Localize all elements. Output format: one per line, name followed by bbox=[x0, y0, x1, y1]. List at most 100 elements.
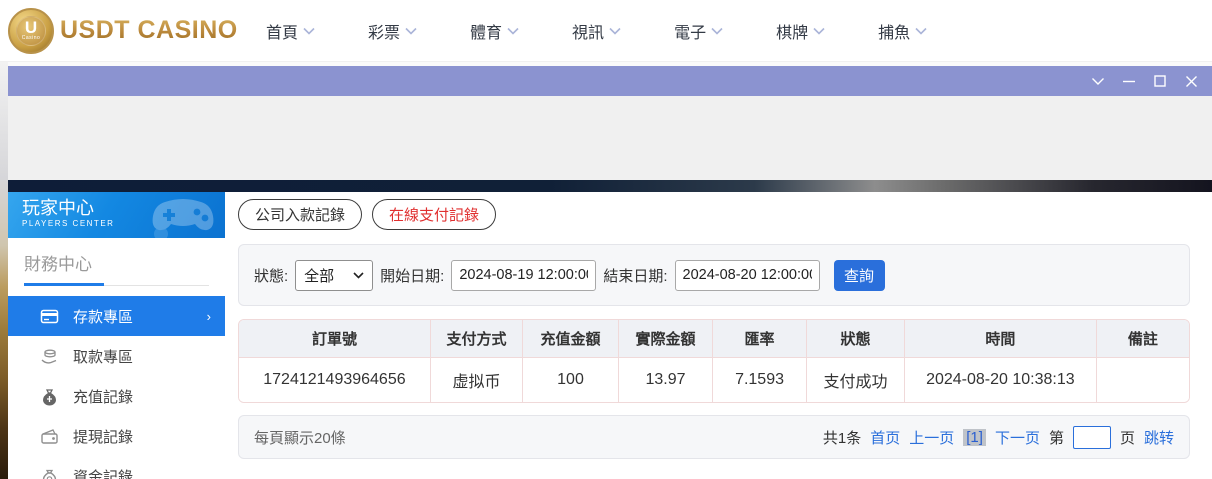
sidebar-section: 財務中心 bbox=[8, 238, 225, 286]
sidebar-item-deposit[interactable]: 存款專區 › bbox=[8, 296, 225, 336]
sidebar-item-withdrawal-records[interactable]: 提現記錄 bbox=[8, 416, 225, 456]
start-date-input[interactable] bbox=[451, 259, 597, 291]
nav-item-fishing[interactable]: 捕魚 bbox=[878, 19, 927, 43]
col-exchange-rate: 匯率 bbox=[713, 320, 808, 358]
top-navigation: U Casino USDT CASINO 首頁 彩票 體育 視訊 電子 棋牌 捕… bbox=[0, 0, 1212, 62]
chevron-down-icon bbox=[507, 27, 519, 35]
nav-label: 棋牌 bbox=[776, 24, 809, 42]
empty-banner-area bbox=[8, 96, 1212, 180]
collapse-chevron-icon[interactable] bbox=[1089, 72, 1107, 90]
filter-bar: 狀態: 全部 開始日期: 結束日期: 查詢 bbox=[238, 244, 1190, 306]
end-date-label: 結束日期: bbox=[603, 267, 668, 285]
card-icon bbox=[40, 307, 59, 326]
pagination-controls: 共1条 首页 上一页 [1] 下一页 第 页 跳转 bbox=[823, 425, 1174, 449]
sidebar-item-recharge-records[interactable]: 充值記錄 bbox=[8, 376, 225, 416]
chevron-down-icon bbox=[711, 27, 723, 35]
divider-band bbox=[8, 180, 1212, 192]
sidebar-header: 玩家中心 PLAYERS CENTER bbox=[8, 192, 225, 238]
select-chevron-icon bbox=[353, 271, 364, 279]
records-table: 訂單號 支付方式 充值金額 實際金額 匯率 狀態 時間 備註 172412149 bbox=[238, 319, 1190, 403]
chevron-down-icon bbox=[915, 27, 927, 35]
col-remark: 備註 bbox=[1096, 320, 1189, 358]
nav-item-live[interactable]: 視訊 bbox=[572, 19, 621, 43]
per-page-text: 每頁顯示20條 bbox=[254, 429, 346, 447]
nav-label: 體育 bbox=[470, 24, 503, 42]
hand-coins-icon bbox=[40, 347, 59, 366]
start-date-label: 開始日期: bbox=[380, 267, 445, 285]
screen: U Casino USDT CASINO 首頁 彩票 體育 視訊 電子 棋牌 捕… bbox=[0, 0, 1212, 479]
page-jump-input[interactable] bbox=[1072, 425, 1111, 449]
cell-order-no: 1724121493964656 bbox=[239, 358, 431, 402]
nav-item-slots[interactable]: 電子 bbox=[674, 19, 723, 43]
cell-payment-method: 虚拟币 bbox=[430, 358, 524, 402]
status-select[interactable]: 全部 bbox=[295, 259, 374, 291]
nav-label: 捕魚 bbox=[878, 24, 911, 42]
chevron-down-icon bbox=[303, 27, 315, 35]
nav-item-sports[interactable]: 體育 bbox=[470, 19, 519, 43]
background-strip bbox=[0, 62, 8, 479]
nav-item-lottery[interactable]: 彩票 bbox=[368, 19, 417, 43]
chevron-down-icon bbox=[813, 27, 825, 35]
tab-online-payment-records[interactable]: 在線支付記錄 bbox=[372, 199, 497, 230]
record-tabs: 公司入款記錄 在線支付記錄 bbox=[238, 199, 1190, 230]
col-time: 時間 bbox=[904, 320, 1097, 358]
sidebar-item-label: 存款專區 bbox=[73, 308, 134, 326]
section-label: 財務中心 bbox=[24, 255, 92, 274]
cell-time: 2024-08-20 10:38:13 bbox=[904, 358, 1097, 402]
maximize-button[interactable] bbox=[1151, 72, 1169, 90]
section-underline bbox=[24, 283, 209, 286]
cell-exchange-rate: 7.1593 bbox=[713, 358, 808, 402]
current-page-badge: [1] bbox=[963, 428, 986, 446]
money-bag-icon bbox=[40, 387, 59, 406]
sidebar-menu: 存款專區 › 取款專區 充值記錄 提現記錄 資金記錄 bbox=[8, 296, 225, 479]
sidebar-item-withdraw-area[interactable]: 取款專區 bbox=[8, 336, 225, 376]
end-date-input[interactable] bbox=[674, 259, 820, 291]
coin-icon: U Casino bbox=[8, 7, 54, 54]
sidebar: 玩家中心 PLAYERS CENTER 財務中心 存款專區 › 取款專區 充值記… bbox=[8, 192, 225, 479]
gamepad-icon bbox=[152, 199, 214, 238]
close-button[interactable] bbox=[1182, 72, 1200, 90]
content-area: 玩家中心 PLAYERS CENTER 財務中心 存款專區 › 取款專區 充值記… bbox=[8, 192, 1212, 479]
chevron-down-icon bbox=[405, 27, 417, 35]
jump-prefix: 第 bbox=[1048, 429, 1064, 447]
col-recharge-amount: 充值金額 bbox=[523, 320, 619, 358]
jump-button[interactable]: 跳转 bbox=[1144, 427, 1174, 448]
wallet-icon bbox=[40, 427, 59, 446]
cell-status: 支付成功 bbox=[807, 358, 905, 402]
chevron-right-icon: › bbox=[206, 308, 211, 324]
brand-logo[interactable]: U Casino USDT CASINO bbox=[8, 7, 238, 54]
sidebar-item-label: 取款專區 bbox=[73, 348, 134, 366]
player-center-dialog: 玩家中心 PLAYERS CENTER 財務中心 存款專區 › 取款專區 充值記… bbox=[8, 62, 1212, 479]
tab-company-deposit-records[interactable]: 公司入款記錄 bbox=[238, 199, 363, 230]
sidebar-item-label: 充值記錄 bbox=[73, 388, 134, 406]
nav-item-home[interactable]: 首頁 bbox=[266, 19, 315, 43]
pagination-bar: 每頁顯示20條 共1条 首页 上一页 [1] 下一页 第 页 跳转 bbox=[238, 415, 1190, 459]
status-label: 狀態: bbox=[254, 267, 289, 285]
coin-subtext: Casino bbox=[21, 35, 41, 41]
col-order-no: 訂單號 bbox=[239, 320, 431, 358]
search-button[interactable]: 查詢 bbox=[833, 259, 885, 291]
table-header-row: 訂單號 支付方式 充值金額 實際金額 匯率 狀態 時間 備註 bbox=[239, 320, 1189, 358]
table-row: 1724121493964656 虚拟币 100 13.97 7.1593 支付… bbox=[239, 358, 1189, 402]
window-titlebar bbox=[8, 66, 1212, 96]
sidebar-item-label: 提現記錄 bbox=[73, 428, 134, 446]
coin-letter: U bbox=[24, 18, 38, 37]
brand-name: USDT CASINO bbox=[60, 16, 238, 44]
cell-recharge-amount: 100 bbox=[523, 358, 619, 402]
col-payment-method: 支付方式 bbox=[430, 320, 524, 358]
first-page-link[interactable]: 首页 bbox=[870, 427, 900, 448]
nav-item-cards[interactable]: 棋牌 bbox=[776, 19, 825, 43]
main-menu: 首頁 彩票 體育 視訊 電子 棋牌 捕魚 bbox=[266, 19, 927, 43]
prev-page-link[interactable]: 上一页 bbox=[909, 427, 954, 448]
jump-suffix: 页 bbox=[1119, 429, 1135, 447]
status-select-value: 全部 bbox=[304, 267, 335, 285]
nav-label: 視訊 bbox=[572, 24, 605, 42]
sidebar-item-fund-records[interactable]: 資金記錄 bbox=[8, 456, 225, 479]
nav-label: 首頁 bbox=[266, 24, 299, 42]
chevron-down-icon bbox=[609, 27, 621, 35]
minimize-button[interactable] bbox=[1120, 72, 1138, 90]
records-panel: 公司入款記錄 在線支付記錄 狀態: 全部 開始日期: 結束日期: 查詢 bbox=[238, 192, 1190, 479]
next-page-link[interactable]: 下一页 bbox=[995, 427, 1040, 448]
col-actual-amount: 實際金額 bbox=[618, 320, 714, 358]
sidebar-item-label: 資金記錄 bbox=[73, 468, 134, 479]
